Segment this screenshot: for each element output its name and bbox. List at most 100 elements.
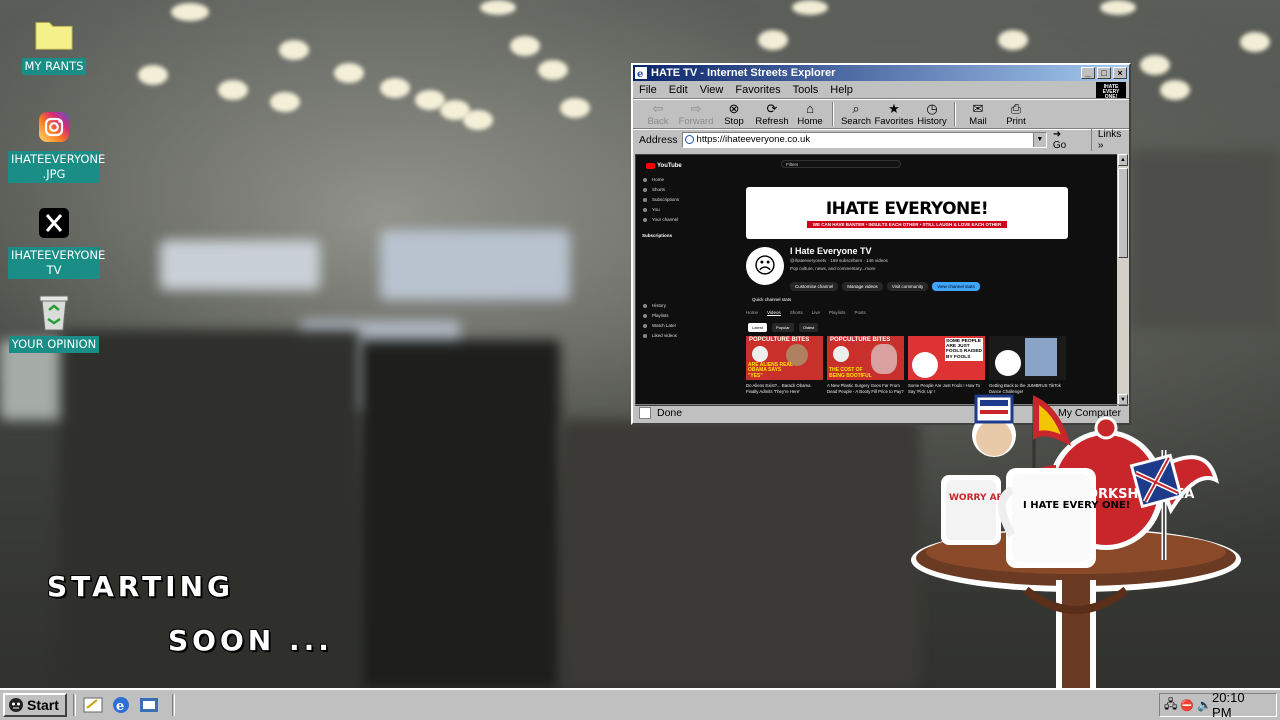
home-button[interactable]: ⌂ Home bbox=[791, 101, 829, 127]
history-button[interactable]: ◷ History bbox=[913, 101, 951, 127]
tab-shorts[interactable]: Shorts bbox=[790, 310, 803, 316]
video-thumbnail: SOME PEOPLE ARE JUST FOOLS RAISED BY FOO… bbox=[908, 336, 985, 380]
video-title: Do Aliens Exist?... Barack Obama Finally… bbox=[746, 383, 811, 394]
sidebar-item-home[interactable]: Home bbox=[642, 175, 702, 185]
sidebar-item-shorts[interactable]: Shorts bbox=[642, 185, 702, 195]
svg-text:e: e bbox=[637, 69, 643, 79]
stop-icon: ⊗ bbox=[728, 101, 740, 116]
youtube-page: YouTube Filters Home Shorts Subscription… bbox=[636, 155, 1118, 405]
sidebar-item-playlists[interactable]: Playlists bbox=[642, 311, 702, 321]
video-card[interactable]: SOME PEOPLE ARE JUST FOOLS RAISED BY FOO… bbox=[908, 336, 985, 394]
print-button[interactable]: ⎙ Print bbox=[997, 101, 1035, 127]
tab-videos[interactable]: Videos bbox=[767, 310, 781, 316]
maximize-button[interactable]: □ bbox=[1097, 67, 1111, 79]
video-card[interactable]: POPCULTURE BITES THE COST OF BEING BOOTI… bbox=[827, 336, 904, 394]
address-bar: Address https://ihateeveryone.co.uk ▼ ➜ … bbox=[633, 128, 1129, 151]
tab-home[interactable]: Home bbox=[746, 310, 758, 316]
back-arrow-icon: ⇦ bbox=[652, 101, 664, 116]
favorites-folder-icon: ★ bbox=[888, 101, 900, 116]
vertical-scrollbar[interactable]: ▲ ▼ bbox=[1117, 154, 1129, 406]
home-icon: ⌂ bbox=[806, 101, 814, 116]
menu-edit[interactable]: Edit bbox=[669, 84, 688, 96]
address-label: Address bbox=[639, 133, 678, 146]
youtube-sidebar: Home Shorts Subscriptions You Your chann… bbox=[642, 175, 702, 341]
clock[interactable]: 20:10 PM bbox=[1212, 690, 1266, 720]
video-card[interactable]: POPCULTURE BITES ARE ALIENS REAL OBAMA S… bbox=[746, 336, 823, 394]
quick-stats[interactable]: Quick channel stats bbox=[752, 297, 791, 302]
customise-channel-button[interactable]: Customise channel bbox=[790, 282, 839, 291]
links-button[interactable]: Links » bbox=[1090, 128, 1129, 151]
chip-oldest[interactable]: Oldest bbox=[798, 323, 819, 332]
channel-meta: @ihateeveryonetv · 169 subscribers · 146… bbox=[790, 258, 888, 271]
internet-explorer-icon[interactable]: e bbox=[110, 694, 132, 716]
start-label: Start bbox=[27, 697, 59, 713]
tab-live[interactable]: Live bbox=[812, 310, 820, 316]
youtube-logo-icon[interactable] bbox=[646, 163, 655, 169]
toolbar-separator bbox=[954, 102, 956, 126]
tab-playlists[interactable]: Playlists bbox=[829, 310, 846, 316]
channel-tabs: Home Videos Shorts Live Playlists Posts bbox=[746, 310, 875, 316]
channel-avatar[interactable]: ☹ bbox=[746, 247, 784, 285]
sidebar-item-watch-later[interactable]: Watch Later bbox=[642, 321, 702, 331]
forward-button[interactable]: ⇨ Forward bbox=[677, 101, 715, 127]
chip-latest[interactable]: Latest bbox=[748, 323, 767, 332]
youtube-logo-text: YouTube bbox=[657, 163, 682, 169]
tab-posts[interactable]: Posts bbox=[855, 310, 866, 316]
scrollbar-thumb[interactable] bbox=[1118, 168, 1128, 258]
mail-button[interactable]: ✉ Mail bbox=[959, 101, 997, 127]
video-title: A New Plastic Surgery Goes Far From Dead… bbox=[827, 383, 904, 394]
back-button[interactable]: ⇦ Back bbox=[639, 101, 677, 127]
sidebar-subs-header: Subscriptions bbox=[642, 233, 673, 238]
minimize-button[interactable]: _ bbox=[1081, 67, 1095, 79]
close-button[interactable]: × bbox=[1113, 67, 1127, 79]
sidebar-item-history[interactable]: History bbox=[642, 301, 702, 311]
desktop-icon-my-rants[interactable]: MY RANTS bbox=[8, 14, 100, 75]
refresh-button[interactable]: ⟳ Refresh bbox=[753, 101, 791, 127]
starting-text: STARTING bbox=[47, 570, 234, 603]
menu-help[interactable]: Help bbox=[830, 84, 853, 96]
search-button[interactable]: ⌕ Search bbox=[837, 101, 875, 127]
visit-community-button[interactable]: Visit community bbox=[886, 282, 929, 291]
channel-stats-button[interactable]: View channel stats bbox=[932, 282, 980, 291]
sidebar-item-you[interactable]: You bbox=[642, 205, 702, 215]
manage-videos-button[interactable]: Manage videos bbox=[842, 282, 883, 291]
print-icon: ⎙ bbox=[1010, 101, 1022, 116]
menu-view[interactable]: View bbox=[700, 84, 724, 96]
menu-file[interactable]: File bbox=[639, 84, 657, 96]
system-tray: 🖧 ⛔ 🔈 20:10 PM bbox=[1159, 690, 1277, 720]
menu-favorites[interactable]: Favorites bbox=[735, 84, 780, 96]
video-thumbnail: POPCULTURE BITES THE COST OF BEING BOOTI… bbox=[827, 336, 904, 380]
toolbar: ⇦ Back ⇨ Forward ⊗ Stop ⟳ Refresh ⌂ Home ⌕ Sea… bbox=[633, 99, 1129, 129]
window-titlebar[interactable]: e HATE TV - Internet Streets Explorer _ … bbox=[633, 65, 1129, 81]
go-button[interactable]: ➜ Go bbox=[1053, 129, 1077, 151]
desktop-icon-instagram[interactable]: IHATEEVERYONE .JPG bbox=[8, 107, 105, 183]
security-icon[interactable]: ⛔ bbox=[1180, 699, 1194, 712]
ie-icon: e bbox=[635, 67, 647, 80]
chevron-down-icon[interactable]: ▼ bbox=[1032, 132, 1046, 147]
channel-name: I Hate Everyone TV bbox=[790, 246, 872, 256]
sidebar-item-your-channel[interactable]: Your channel bbox=[642, 215, 702, 225]
stop-button[interactable]: ⊗ Stop bbox=[715, 101, 753, 127]
start-button[interactable]: Start bbox=[3, 693, 67, 717]
sidebar-item-subscriptions[interactable]: Subscriptions bbox=[642, 195, 702, 205]
network-icon[interactable]: 🖧 bbox=[1164, 695, 1177, 716]
desktop-icon-your-opinion[interactable]: YOUR OPINION bbox=[8, 292, 100, 353]
outlook-icon[interactable] bbox=[138, 694, 160, 716]
volume-icon[interactable]: 🔈 bbox=[1197, 698, 1212, 712]
quicklaunch-separator bbox=[172, 694, 175, 716]
youtube-search-input[interactable]: Filters bbox=[781, 160, 901, 168]
chip-popular[interactable]: Popular bbox=[771, 323, 794, 332]
brand-logo: IHATE EVERY ONE! bbox=[1096, 82, 1126, 100]
start-logo-icon bbox=[8, 697, 24, 713]
show-desktop-icon[interactable] bbox=[82, 694, 104, 716]
menu-tools[interactable]: Tools bbox=[793, 84, 819, 96]
sidebar-item-liked[interactable]: Liked videos bbox=[642, 331, 702, 341]
page-icon bbox=[684, 134, 694, 144]
page-viewport[interactable]: YouTube Filters Home Shorts Subscription… bbox=[635, 154, 1119, 406]
browser-window[interactable]: e HATE TV - Internet Streets Explorer _ … bbox=[631, 63, 1131, 425]
desktop-icon-x[interactable]: IHATEEVERYONE TV bbox=[8, 203, 105, 279]
scroll-up-icon[interactable]: ▲ bbox=[1118, 154, 1128, 166]
address-input[interactable]: https://ihateeveryone.co.uk ▼ bbox=[681, 131, 1047, 148]
favorites-button[interactable]: ★ Favorites bbox=[874, 101, 913, 127]
video-card[interactable]: Getting Back to the JUMBRUS TikTok Dance… bbox=[989, 336, 1066, 394]
